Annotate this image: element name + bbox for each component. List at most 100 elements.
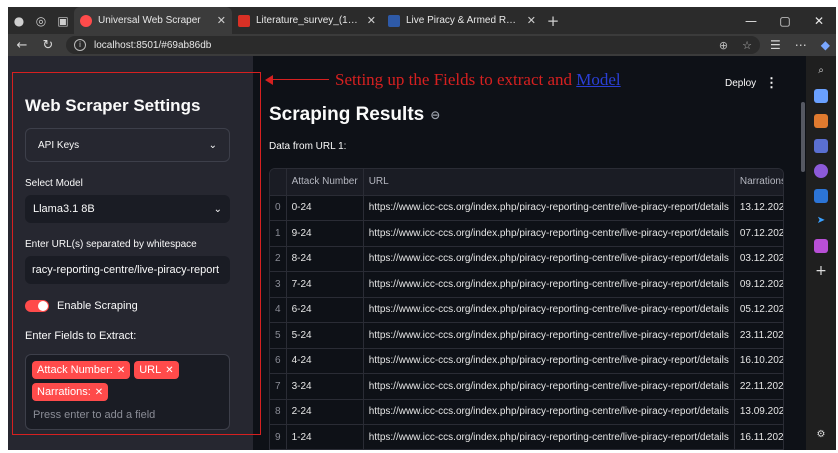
narrations-cell[interactable]: 09.12.2024	[734, 271, 783, 298]
tab-universal-web-scraper[interactable]: Universal Web Scraper ✕	[74, 7, 232, 34]
narrations-cell[interactable]: 16.10.2024	[734, 348, 783, 374]
table-row[interactable]: 5 5-24 https://www.icc-ccs.org/index.php/p…	[270, 322, 783, 349]
url-cell[interactable]: https://www.icc-ccs.org/index.php/piracy…	[363, 399, 735, 425]
scrollbar[interactable]	[801, 102, 805, 172]
table-row[interactable]: 1 9-24 https://www.icc-ccs.org/index.php/p…	[270, 220, 783, 247]
narrations-cell[interactable]: 03.12.2024	[734, 246, 783, 272]
narrations-cell[interactable]: 13.12.2024	[734, 195, 783, 221]
url-cell[interactable]: https://www.icc-ccs.org/index.php/piracy…	[363, 220, 735, 247]
api-keys-expander[interactable]: API Keys ⌄	[25, 128, 230, 162]
url-cell[interactable]: https://www.icc-ccs.org/index.php/piracy…	[363, 322, 735, 349]
table-row[interactable]: 8 2-24 https://www.icc-ccs.org/index.php/p…	[270, 399, 783, 425]
url-cell[interactable]: https://www.icc-ccs.org/index.php/piracy…	[363, 348, 735, 374]
row-index-cell[interactable]: 3	[270, 271, 287, 298]
table-row[interactable]: 6 4-24 https://www.icc-ccs.org/index.php/p…	[270, 348, 783, 374]
attack-number-cell[interactable]: 7-24	[286, 271, 364, 298]
tab-actions-icon[interactable]: ▣	[52, 10, 74, 32]
close-tab-icon[interactable]: ✕	[367, 14, 376, 27]
narrations-cell[interactable]: 23.11.2024	[734, 322, 783, 349]
remove-tag-icon[interactable]: ✕	[117, 365, 125, 376]
attack-number-cell[interactable]: 4-24	[286, 348, 364, 374]
attack-number-cell[interactable]: 5-24	[286, 322, 364, 349]
designer-icon[interactable]	[814, 239, 828, 253]
deploy-button[interactable]: Deploy	[725, 78, 756, 89]
url-header[interactable]: URL	[363, 169, 735, 196]
row-index-cell[interactable]: 0	[270, 195, 287, 221]
add-icon[interactable]: +	[814, 264, 828, 278]
restore-button[interactable]: ▢	[768, 14, 802, 28]
table-row[interactable]: 9 1-24 https://www.icc-ccs.org/index.php/p…	[270, 424, 783, 449]
row-index-cell[interactable]: 9	[270, 424, 287, 449]
favorite-star-icon[interactable]: ☆	[742, 39, 752, 52]
row-index-cell[interactable]: 5	[270, 322, 287, 349]
row-index-cell[interactable]: 6	[270, 348, 287, 374]
back-icon[interactable]: ←	[14, 38, 30, 53]
tag-icon[interactable]	[814, 89, 828, 103]
attack-number-cell[interactable]: 0-24	[286, 195, 364, 221]
close-tab-icon[interactable]: ✕	[217, 14, 226, 27]
narrations-cell[interactable]: 05.12.2024	[734, 297, 783, 323]
tab-live-piracy[interactable]: Live Piracy & Armed Robbery Rep ✕	[382, 7, 542, 34]
url-field[interactable]: i localhost:8501/#69ab86db ⊕ ☆	[66, 36, 760, 54]
favorites-icon[interactable]: ☰	[770, 38, 781, 52]
table-row[interactable]: 0 0-24 https://www.icc-ccs.org/index.php/p…	[270, 195, 783, 221]
narrations-header[interactable]: Narrations	[734, 169, 783, 196]
remove-tag-icon[interactable]: ✕	[165, 365, 173, 376]
fields-placeholder[interactable]: Press enter to add a field	[32, 409, 223, 421]
anchor-link-icon[interactable]: ⊖	[430, 108, 440, 122]
url-cell[interactable]: https://www.icc-ccs.org/index.php/piracy…	[363, 373, 735, 400]
profile-icon[interactable]: ●	[8, 10, 30, 32]
tab-literature-survey[interactable]: Literature_survey_(1)[1].pdf ✕	[232, 7, 382, 34]
zoom-icon[interactable]: ⊕	[719, 39, 728, 52]
row-index-cell[interactable]: 7	[270, 373, 287, 400]
attack-number-cell[interactable]: 3-24	[286, 373, 364, 400]
copilot-icon[interactable]: ◆	[821, 38, 830, 52]
url-cell[interactable]: https://www.icc-ccs.org/index.php/piracy…	[363, 271, 735, 298]
attack-number-cell[interactable]: 2-24	[286, 399, 364, 425]
toggle-switch[interactable]	[25, 300, 49, 312]
people-icon[interactable]	[814, 139, 828, 153]
url-cell[interactable]: https://www.icc-ccs.org/index.php/piracy…	[363, 246, 735, 272]
results-table[interactable]: Attack Number URL Narrations 0 0-24 https:…	[269, 168, 784, 450]
workspaces-icon[interactable]: ◎	[30, 10, 52, 32]
fields-multiselect[interactable]: Attack Number: ✕ URL ✕ Narrations: ✕ Pre…	[25, 354, 230, 430]
row-index-cell[interactable]: 1	[270, 220, 287, 247]
send-icon[interactable]: ➤	[814, 214, 828, 228]
remove-tag-icon[interactable]: ✕	[95, 387, 103, 398]
main-menu-icon[interactable]: ⋮	[765, 75, 778, 91]
narrations-cell[interactable]: 16.11.2024	[734, 424, 783, 449]
url-cell[interactable]: https://www.icc-ccs.org/index.php/piracy…	[363, 297, 735, 323]
enable-scraping-toggle[interactable]: Enable Scraping	[25, 300, 138, 312]
table-row[interactable]: 2 8-24 https://www.icc-ccs.org/index.php/p…	[270, 246, 783, 272]
attack-number-cell[interactable]: 1-24	[286, 424, 364, 449]
url-cell[interactable]: https://www.icc-ccs.org/index.php/piracy…	[363, 195, 735, 221]
table-row[interactable]: 4 6-24 https://www.icc-ccs.org/index.php/p…	[270, 297, 783, 323]
row-index-cell[interactable]: 4	[270, 297, 287, 323]
model-select[interactable]: Llama3.1 8B ⌄	[25, 195, 230, 223]
minimize-button[interactable]: —	[734, 14, 768, 28]
close-tab-icon[interactable]: ✕	[527, 14, 536, 27]
reload-icon[interactable]: ↻	[40, 38, 56, 53]
site-info-icon[interactable]: i	[74, 39, 86, 51]
games-icon[interactable]	[814, 164, 828, 178]
row-index-cell[interactable]: 8	[270, 399, 287, 425]
new-tab-button[interactable]: +	[542, 10, 564, 32]
close-window-button[interactable]: ✕	[802, 14, 836, 28]
table-row[interactable]: 7 3-24 https://www.icc-ccs.org/index.php/p…	[270, 373, 783, 400]
narrations-cell[interactable]: 07.12.2024	[734, 220, 783, 247]
narrations-cell[interactable]: 22.11.2024	[734, 373, 783, 400]
settings-gear-icon[interactable]: ⚙	[814, 428, 828, 442]
search-icon[interactable]: ⌕	[814, 64, 828, 78]
url-cell[interactable]: https://www.icc-ccs.org/index.php/piracy…	[363, 424, 735, 449]
row-index-cell[interactable]: 2	[270, 246, 287, 272]
table-row[interactable]: 3 7-24 https://www.icc-ccs.org/index.php/p…	[270, 271, 783, 298]
toolbox-icon[interactable]	[814, 114, 828, 128]
attack-number-cell[interactable]: 9-24	[286, 220, 364, 247]
attack-number-header[interactable]: Attack Number	[286, 169, 364, 196]
narrations-cell[interactable]: 13.09.2024	[734, 399, 783, 425]
attack-number-cell[interactable]: 8-24	[286, 246, 364, 272]
outlook-icon[interactable]	[814, 189, 828, 203]
more-options-icon[interactable]: ⋯	[795, 38, 807, 52]
attack-number-cell[interactable]: 6-24	[286, 297, 364, 323]
url-input[interactable]: racy-reporting-centre/live-piracy-report	[25, 256, 230, 284]
